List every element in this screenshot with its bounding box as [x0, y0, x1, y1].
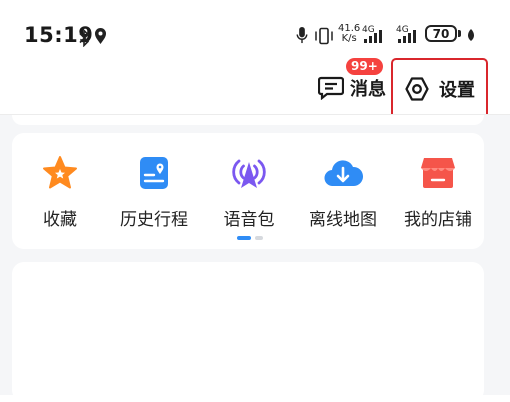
quick-action-label: 收藏	[43, 210, 77, 230]
quick-action-offline-map[interactable]: 离线地图	[298, 153, 388, 230]
voice-broadcast-icon	[229, 153, 269, 193]
signal-icon	[364, 30, 382, 43]
leaf-icon	[468, 29, 474, 41]
bluetooth-icon	[79, 29, 90, 47]
network-speed-unit: K/s	[341, 33, 357, 44]
signal-icon	[398, 30, 416, 43]
quick-action-history[interactable]: 历史行程	[109, 153, 199, 230]
cloud-download-icon	[323, 153, 363, 193]
quick-action-label: 语音包	[223, 210, 275, 230]
battery-tip	[458, 30, 461, 37]
settings-hexagon-icon	[405, 77, 429, 101]
star-icon	[40, 153, 80, 193]
messages-label: 消息	[350, 79, 386, 100]
messages-button[interactable]: 消息	[318, 70, 386, 106]
page-dot-active	[237, 236, 251, 240]
location-icon	[95, 28, 106, 44]
vibrate-icon	[315, 27, 333, 45]
content-card	[12, 262, 484, 402]
status-bar: 15:19 41.6 K/s 4G 4G 70	[0, 0, 510, 66]
page-dot	[255, 236, 263, 240]
store-icon	[418, 153, 458, 193]
quick-action-label: 离线地图	[309, 210, 377, 230]
previous-card-edge	[12, 115, 484, 125]
page-indicator	[237, 236, 263, 240]
settings-label: 设置	[439, 80, 475, 101]
quick-action-label: 我的店铺	[404, 210, 472, 230]
quick-action-label: 历史行程	[120, 210, 188, 230]
network-speed: 41.6 K/s	[338, 24, 360, 44]
message-icon	[318, 76, 344, 100]
quick-action-voice-pack[interactable]: 语音包	[204, 153, 294, 230]
settings-button[interactable]: 设置	[391, 58, 488, 120]
microphone-icon	[296, 26, 308, 44]
itinerary-icon	[134, 153, 174, 193]
messages-badge: 99+	[346, 58, 383, 75]
battery-level: 70	[432, 26, 450, 41]
quick-action-favorites[interactable]: 收藏	[15, 153, 105, 230]
quick-action-my-store[interactable]: 我的店铺	[393, 153, 483, 230]
battery-icon: 70	[425, 25, 457, 42]
